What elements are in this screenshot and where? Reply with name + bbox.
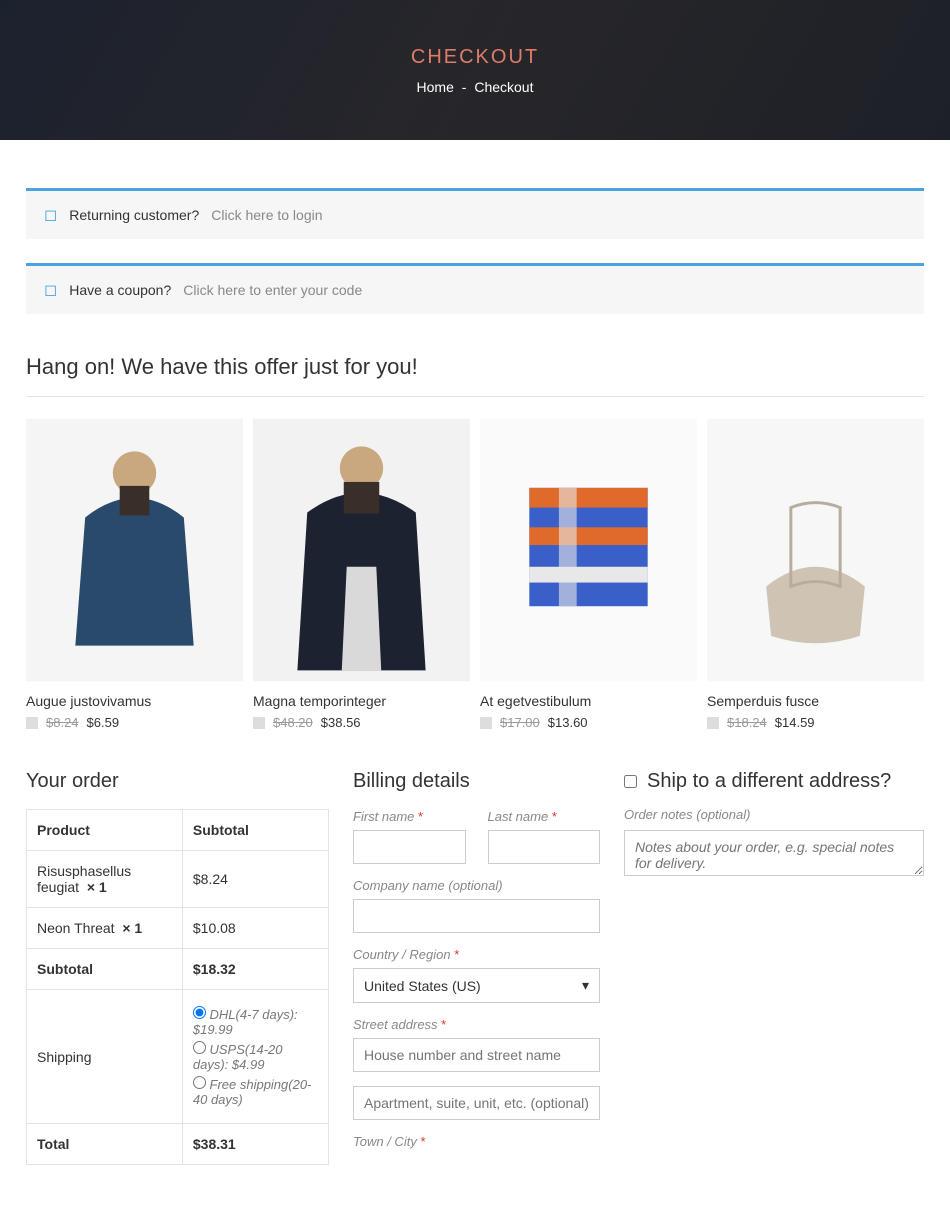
- product-image: [26, 417, 243, 683]
- item-qty: × 1: [87, 879, 107, 895]
- item-name: Neon Threat: [37, 920, 115, 936]
- shipping-options: DHL(4-7 days): $19.99 USPS(14-20 days): …: [182, 990, 328, 1124]
- coupon-link[interactable]: Click here to enter your code: [183, 282, 362, 298]
- window-icon: ◻: [44, 280, 57, 300]
- new-price: $13.60: [548, 715, 588, 730]
- new-price: $38.56: [321, 715, 361, 730]
- item-name: Risusphasellus feugiat: [37, 863, 131, 895]
- new-price: $6.59: [87, 715, 120, 730]
- street-address-1-field[interactable]: [353, 1038, 600, 1072]
- breadcrumb-sep: -: [462, 79, 467, 95]
- product-card[interactable]: Magna temporinteger $48.20 $38.56: [253, 417, 470, 730]
- old-price: $8.24: [46, 715, 79, 730]
- breadcrumb-home[interactable]: Home: [417, 79, 454, 95]
- town-label: Town / City *: [353, 1134, 600, 1149]
- returning-customer-notice: ◻ Returning customer? Click here to logi…: [26, 188, 924, 239]
- street-address-2-field[interactable]: [353, 1086, 600, 1120]
- order-notes-field[interactable]: [624, 830, 924, 876]
- product-card[interactable]: Semperduis fusce $18.24 $14.59: [707, 417, 924, 730]
- first-name-label: First name *: [353, 809, 466, 824]
- page-title: CHECKOUT: [411, 46, 539, 69]
- chevron-down-icon: ▾: [582, 977, 589, 994]
- product-name: Augue justovivamus: [26, 693, 243, 709]
- table-row: Neon Threat × 1 $10.08: [27, 908, 329, 949]
- old-price: $17.00: [500, 715, 540, 730]
- window-icon: ◻: [44, 205, 57, 225]
- subtotal-value: $18.32: [182, 949, 328, 990]
- product-name: At egetvestibulum: [480, 693, 697, 709]
- shipping-option-dhl[interactable]: DHL(4-7 days): $19.99: [193, 1006, 318, 1037]
- old-price: $18.24: [727, 715, 767, 730]
- last-name-field[interactable]: [488, 830, 601, 864]
- hero-banner: CHECKOUT Home - Checkout: [0, 0, 950, 140]
- total-label: Total: [27, 1124, 183, 1165]
- breadcrumb: Home - Checkout: [417, 79, 534, 95]
- product-card[interactable]: Augue justovivamus $8.24 $6.59: [26, 417, 243, 730]
- total-value: $38.31: [182, 1124, 328, 1165]
- ship-different-checkbox[interactable]: [624, 775, 637, 788]
- breadcrumb-current: Checkout: [474, 79, 533, 95]
- product-card[interactable]: At egetvestibulum $17.00 $13.60: [480, 417, 697, 730]
- street-label: Street address *: [353, 1017, 600, 1032]
- table-row: Risusphasellus feugiat × 1 $8.24: [27, 851, 329, 908]
- country-label: Country / Region *: [353, 947, 600, 962]
- product-name: Semperduis fusce: [707, 693, 924, 709]
- company-label: Company name (optional): [353, 878, 600, 893]
- product-image: [253, 417, 470, 683]
- first-name-field[interactable]: [353, 830, 466, 864]
- color-swatch[interactable]: [26, 717, 38, 729]
- order-title: Your order: [26, 770, 329, 793]
- product-offer-list: Augue justovivamus $8.24 $6.59 Magna tem…: [26, 417, 924, 730]
- item-qty: × 1: [122, 920, 142, 936]
- color-swatch[interactable]: [253, 717, 265, 729]
- color-swatch[interactable]: [480, 717, 492, 729]
- shipping-option-free[interactable]: Free shipping(20-40 days): [193, 1076, 318, 1107]
- product-image: [707, 417, 924, 683]
- col-product: Product: [27, 810, 183, 851]
- old-price: $48.20: [273, 715, 313, 730]
- country-select[interactable]: United States (US) ▾: [353, 968, 600, 1003]
- subtotal-label: Subtotal: [27, 949, 183, 990]
- order-table: Product Subtotal Risusphasellus feugiat …: [26, 809, 329, 1165]
- new-price: $14.59: [775, 715, 815, 730]
- returning-label: Returning customer?: [69, 207, 199, 223]
- shipping-radio[interactable]: [193, 1041, 206, 1054]
- country-value: United States (US): [364, 978, 481, 994]
- shipping-radio[interactable]: [193, 1076, 206, 1089]
- col-subtotal: Subtotal: [182, 810, 328, 851]
- offer-heading: Hang on! We have this offer just for you…: [26, 354, 924, 397]
- coupon-label: Have a coupon?: [69, 282, 171, 298]
- product-image: [480, 417, 697, 683]
- shipping-label: Shipping: [27, 990, 183, 1124]
- color-swatch[interactable]: [707, 717, 719, 729]
- login-link[interactable]: Click here to login: [211, 207, 322, 223]
- item-price: $8.24: [182, 851, 328, 908]
- item-price: $10.08: [182, 908, 328, 949]
- company-field[interactable]: [353, 899, 600, 933]
- product-name: Magna temporinteger: [253, 693, 470, 709]
- last-name-label: Last name *: [488, 809, 601, 824]
- order-notes-label: Order notes (optional): [624, 807, 924, 822]
- ship-different-title: Ship to a different address?: [647, 770, 924, 793]
- billing-title: Billing details: [353, 770, 600, 793]
- shipping-radio[interactable]: [193, 1006, 206, 1019]
- coupon-notice: ◻ Have a coupon? Click here to enter you…: [26, 263, 924, 314]
